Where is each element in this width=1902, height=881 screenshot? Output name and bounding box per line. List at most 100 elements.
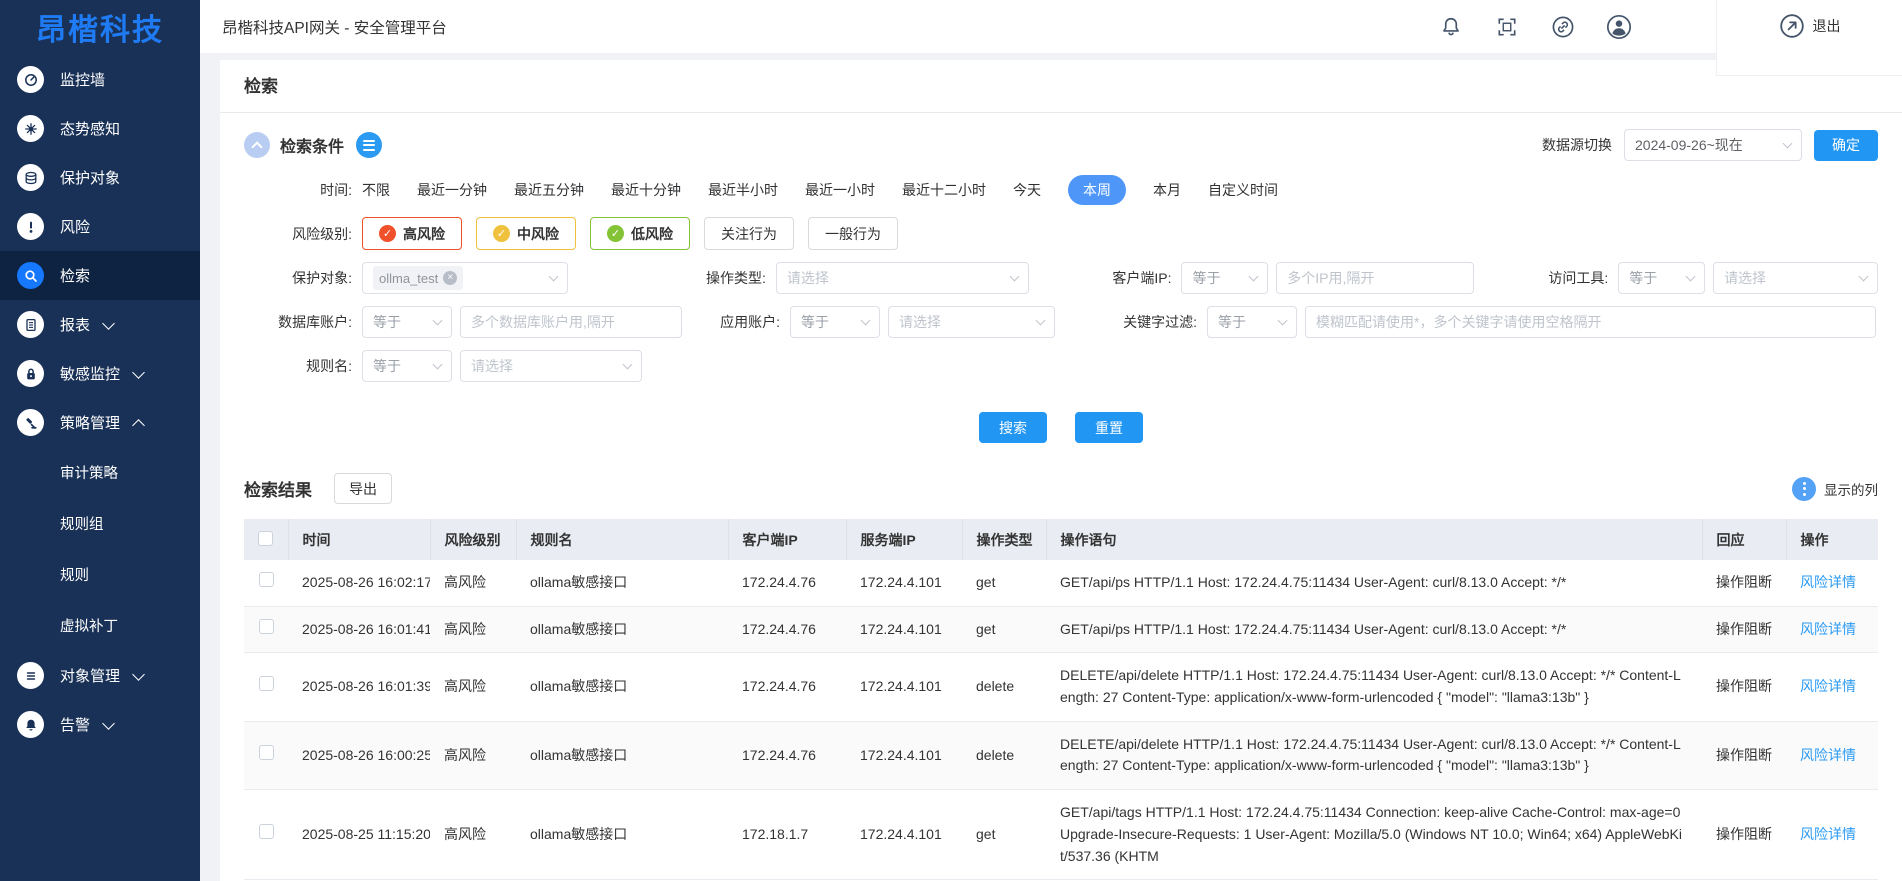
db-account-operator-select[interactable]: 等于 (362, 306, 452, 338)
access-tool-operator-value: 等于 (1629, 268, 1657, 288)
time-option[interactable]: 本周 (1068, 175, 1126, 205)
app-title: 昂楷科技API网关 - 安全管理平台 (222, 16, 447, 38)
app-account-operator-select[interactable]: 等于 (790, 306, 880, 338)
sidebar-item-label: 保护对象 (60, 167, 120, 188)
time-option[interactable]: 最近十分钟 (611, 180, 681, 200)
row-checkbox[interactable] (259, 745, 274, 760)
time-option[interactable]: 最近一小时 (805, 180, 875, 200)
search-button[interactable]: 搜索 (979, 412, 1047, 443)
row-checkbox[interactable] (259, 572, 274, 587)
collapse-conditions-icon[interactable] (244, 132, 270, 158)
link-icon[interactable] (1550, 14, 1576, 40)
sidebar-item-reports[interactable]: 报表 (0, 300, 200, 349)
sidebar-item-label: 敏感监控 (60, 363, 120, 384)
cell-server-ip: 172.24.4.101 (846, 790, 962, 880)
sidebar-subitem-virtual-patch[interactable]: 虚拟补丁 (0, 600, 200, 651)
risk-detail-link[interactable]: 风险详情 (1800, 621, 1856, 637)
risk-detail-link[interactable]: 风险详情 (1800, 747, 1856, 763)
column-header: 规则名 (516, 519, 728, 560)
risk-detail-link[interactable]: 风险详情 (1800, 574, 1856, 590)
db-account-input[interactable] (460, 306, 682, 338)
monitor-wall-icon (17, 66, 44, 93)
chevron-down-icon (102, 317, 115, 330)
sidebar-item-situation-awareness[interactable]: 态势感知 (0, 104, 200, 153)
check-circle-icon: ✓ (379, 225, 396, 242)
risk-level-buttons: ✓高风险 ✓中风险 ✓低风险关注行为一般行为 (362, 217, 898, 250)
app-account-select[interactable]: 请选择 (888, 306, 1055, 338)
time-option[interactable]: 最近半小时 (708, 180, 778, 200)
sidebar-item-search[interactable]: 检索 (0, 251, 200, 300)
risk-button[interactable]: ✓高风险 (362, 217, 462, 250)
column-header: 服务端IP (846, 519, 962, 560)
user-avatar[interactable] (1606, 14, 1632, 40)
row-checkbox[interactable] (259, 619, 274, 634)
conditions-menu-icon[interactable] (356, 132, 382, 158)
sidebar-subitem-rule[interactable]: 规则 (0, 549, 200, 600)
sidebar-subitem-rule-group[interactable]: 规则组 (0, 498, 200, 549)
access-tool-operator-select[interactable]: 等于 (1618, 262, 1705, 294)
rule-name-label: 规则名: (244, 356, 362, 376)
sidebar-item-monitor-wall[interactable]: 监控墙 (0, 55, 200, 104)
access-tool-select[interactable]: 请选择 (1713, 262, 1878, 294)
table-row: 2025-08-26 16:00:25高风险ollama敏感接口172.24.4… (244, 721, 1878, 789)
logout-panel[interactable]: 退出 (1716, 0, 1902, 76)
cell-time: 2025-08-26 16:02:17 (288, 560, 430, 606)
sidebar-item-sensitive-monitor[interactable]: 敏感监控 (0, 349, 200, 398)
protect-object-select[interactable]: ollma_test × (362, 262, 568, 294)
fullscreen-icon[interactable] (1494, 14, 1520, 40)
row-checkbox[interactable] (259, 676, 274, 691)
time-option[interactable]: 自定义时间 (1208, 180, 1278, 200)
op-type-select[interactable]: 请选择 (776, 262, 1030, 294)
cell-risk-level: 高风险 (430, 560, 516, 606)
visible-columns-toggle[interactable]: 显示的列 (1792, 477, 1878, 501)
sidebar-item-object-management[interactable]: 对象管理 (0, 651, 200, 700)
cell-risk-level: 高风险 (430, 606, 516, 653)
keyword-operator-select[interactable]: 等于 (1207, 306, 1297, 338)
client-ip-operator-select[interactable]: 等于 (1181, 262, 1268, 294)
keyword-filter-label: 关键字过滤: (1107, 312, 1207, 332)
sidebar-subitem-audit-policy[interactable]: 审计策略 (0, 447, 200, 498)
op-type-label: 操作类型: (668, 268, 776, 288)
notification-bell-icon[interactable] (1438, 14, 1464, 40)
time-option[interactable]: 今天 (1013, 180, 1041, 200)
time-option[interactable]: 最近十二小时 (902, 180, 986, 200)
time-option[interactable]: 最近五分钟 (514, 180, 584, 200)
logout-arrow-icon (1779, 13, 1805, 39)
sidebar-item-policy-management[interactable]: 策略管理 (0, 398, 200, 447)
reset-button[interactable]: 重置 (1075, 412, 1143, 443)
risk-button[interactable]: ✓低风险 (590, 217, 690, 250)
policy-management-icon (17, 409, 44, 436)
sidebar-menu: 监控墙态势感知保护对象风险检索报表敏感监控策略管理审计策略规则组规则虚拟补丁对象… (0, 53, 200, 749)
kebab-menu-icon (1792, 477, 1816, 501)
risk-button[interactable]: 一般行为 (808, 217, 898, 250)
select-all-checkbox[interactable] (258, 531, 273, 546)
risk-button[interactable]: 关注行为 (704, 217, 794, 250)
reports-icon (17, 311, 44, 338)
row-checkbox[interactable] (259, 824, 274, 839)
rule-name-operator-select[interactable]: 等于 (362, 350, 452, 382)
column-header: 风险级别 (430, 519, 516, 560)
time-option[interactable]: 本月 (1153, 180, 1181, 200)
search-icon (17, 262, 44, 289)
risk-detail-link[interactable]: 风险详情 (1800, 678, 1856, 694)
time-option[interactable]: 最近一分钟 (417, 180, 487, 200)
time-option[interactable]: 不限 (362, 180, 390, 200)
client-ip-input[interactable] (1276, 262, 1474, 294)
cell-server-ip: 172.24.4.101 (846, 653, 962, 721)
risk-detail-link[interactable]: 风险详情 (1800, 826, 1856, 842)
sidebar-item-risk[interactable]: 风险 (0, 202, 200, 251)
rule-name-select[interactable]: 请选择 (460, 350, 642, 382)
page-title: 检索 (220, 60, 1902, 113)
cell-risk-level: 高风险 (430, 653, 516, 721)
sidebar-item-protected-objects[interactable]: 保护对象 (0, 153, 200, 202)
table-body: 2025-08-26 16:02:17高风险ollama敏感接口172.24.4… (244, 560, 1878, 880)
datasource-select[interactable]: 2024-09-26~现在 (1624, 129, 1802, 161)
time-options: 不限 最近一分钟 最近五分钟 最近十分钟 最近半小时 最近一小时 最近十二小时 今天 本周 本月 自… (362, 175, 1278, 205)
risk-button[interactable]: ✓中风险 (476, 217, 576, 250)
cell-server-ip: 172.24.4.101 (846, 721, 962, 789)
tag-close-icon[interactable]: × (443, 271, 457, 285)
keyword-input[interactable] (1305, 306, 1876, 338)
export-button[interactable]: 导出 (334, 473, 392, 504)
sidebar-item-alerts[interactable]: 告警 (0, 700, 200, 749)
datasource-confirm-button[interactable]: 确定 (1814, 130, 1878, 161)
